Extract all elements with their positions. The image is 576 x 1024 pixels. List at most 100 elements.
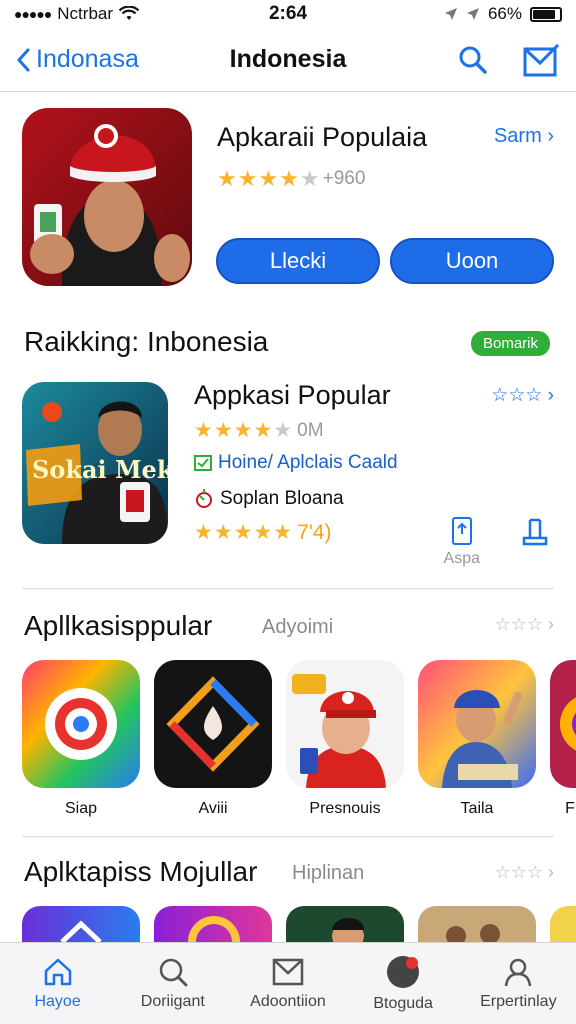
app-icon [418, 906, 536, 942]
chevron-right-icon: › [548, 862, 554, 882]
checkbox-icon [194, 455, 212, 471]
download-button[interactable] [522, 516, 548, 546]
app-icon [22, 660, 140, 788]
ranking-app-title[interactable]: Appkasi Popular [194, 380, 391, 411]
popular-see-all[interactable]: ☆☆☆ › [495, 614, 554, 635]
featured-app-card: Apkaraii Populaia Sarm › ★★★★★ +960 Llec… [0, 92, 576, 312]
app-name: F [565, 800, 575, 817]
app-icon [22, 906, 140, 942]
back-button[interactable]: Indonasa [16, 45, 139, 74]
app-tile[interactable] [286, 906, 404, 942]
rating-count: 7'4) [297, 520, 332, 544]
ranking-badge[interactable]: Bomarik [470, 331, 550, 356]
app-name: Taila [460, 800, 494, 817]
app-icon [154, 906, 272, 942]
featured-rating: ★★★★★ +960 [217, 166, 365, 192]
star-rating-icon: ★★★★★ [217, 166, 321, 192]
modular-heading: Aplktapiss Mojullar [24, 856, 258, 887]
developer-label: Soplan Bloana [220, 488, 344, 509]
search-icon [159, 958, 188, 986]
modular-see-all[interactable]: ☆☆☆ › [495, 862, 554, 883]
outline-stars-icon: ☆☆☆ [494, 614, 543, 634]
share-label: Aspa [443, 550, 480, 567]
app-icon [286, 906, 404, 942]
star-rating-icon: ★★★★★ [194, 521, 294, 544]
tab-label: Adoontiion [250, 992, 326, 1010]
divider [22, 588, 554, 589]
app-icon [154, 660, 272, 788]
modular-subheading: Hiplinan [292, 862, 365, 884]
app-tile[interactable]: Taila [418, 660, 536, 818]
ranking-app-icon[interactable]: Sokai Mekun [22, 382, 168, 544]
stars-filled: ★★★★ [194, 419, 274, 442]
app-tile[interactable]: F [550, 660, 576, 818]
nav-bar: Indonasa Indonesia [0, 28, 576, 92]
app-icon [550, 906, 576, 942]
divider [22, 836, 554, 837]
tab-label: Erpertinlay [480, 992, 557, 1010]
app-tile[interactable] [154, 906, 272, 942]
ranking-app-rating-secondary: ★★★★★ 7'4) [194, 520, 332, 545]
developer-icon [196, 489, 212, 508]
tab-home[interactable]: Hayoe [3, 957, 113, 1011]
featured-app-title[interactable]: Apkaraii Populaia [217, 122, 427, 153]
app-tile[interactable] [22, 906, 140, 942]
stars-empty: ★ [273, 419, 294, 442]
app-icon [550, 660, 576, 788]
status-time: 2:64 [268, 3, 308, 24]
featured-see-all-link[interactable]: Sarm › [494, 125, 554, 148]
app-name: Siap [64, 800, 98, 817]
featured-app-icon[interactable] [22, 108, 192, 286]
star-rating-icon: ★★★★★ [194, 418, 293, 443]
ranking-app-category[interactable]: Hoine/ Aplclais Caald [194, 452, 398, 474]
app-tile[interactable]: Presnouis [286, 660, 404, 818]
tab-profile[interactable]: Erpertinlay [463, 957, 573, 1011]
stars-filled: ★★★★ [217, 166, 300, 191]
tab-label: Btoguda [373, 994, 433, 1012]
popular-app-strip: Siap Aviii Presnouis Taila F [22, 660, 576, 818]
app-name: Aviii [198, 800, 228, 817]
tab-bar: Hayoe Doriigant Adoontiion Btoguda Erper… [0, 942, 576, 1024]
popular-heading: Apllkasisppular [24, 610, 213, 641]
primary-action-button[interactable]: Llecki [216, 238, 380, 284]
tab-mail[interactable]: Adoontiion [233, 957, 343, 1011]
chevron-left-icon [16, 48, 30, 71]
app-tile[interactable]: Siap [22, 660, 140, 818]
app-name: Presnouis [309, 800, 381, 817]
mail-icon [272, 958, 304, 985]
ranking-rate-link[interactable]: ☆☆☆ › [491, 384, 554, 407]
modular-app-strip [22, 906, 576, 942]
tab-label: Doriigant [140, 992, 205, 1010]
ranking-icon-text: Sokai Mekun [32, 455, 168, 484]
popular-subheading: Adyoimi [262, 616, 334, 638]
rating-count: 0M [297, 419, 324, 441]
back-label: Indonasa [36, 45, 139, 73]
app-tile[interactable]: Aviii [154, 660, 272, 818]
chevron-right-icon: › [548, 614, 554, 634]
status-bar: ●●●●● Nctrbar 2:64 66% [0, 0, 576, 28]
ranking-heading: Raikking: Inbonesia [24, 326, 269, 357]
outline-stars-icon: ☆☆☆ [494, 862, 543, 882]
app-tile[interactable] [418, 906, 536, 942]
share-icon [451, 517, 472, 545]
ranking-app-developer[interactable]: Soplan Bloana [194, 488, 344, 510]
avatar-icon [387, 955, 420, 988]
home-icon [44, 958, 71, 985]
nav-actions [458, 43, 560, 77]
compose-icon[interactable] [522, 43, 560, 77]
profile-icon [505, 958, 532, 986]
chevron-right-icon: › [547, 385, 554, 406]
ranking-app-row[interactable]: Sokai Mekun Appkasi Popular ☆☆☆ › ★★★★★ … [0, 380, 576, 580]
category-label: Hoine/ Aplclais Caald [218, 452, 398, 473]
search-icon[interactable] [458, 45, 488, 75]
app-tile[interactable] [550, 906, 576, 942]
outline-stars-icon: ☆☆☆ [491, 385, 543, 406]
tab-search[interactable]: Doriigant [118, 957, 228, 1011]
app-icon [418, 660, 536, 788]
ranking-app-actions: Aspa [444, 516, 548, 568]
ranking-app-rating: ★★★★★ 0M [194, 418, 324, 443]
share-button[interactable]: Aspa [444, 516, 480, 568]
battery-icon [530, 6, 562, 22]
secondary-action-button[interactable]: Uoon [390, 238, 554, 284]
tab-account[interactable]: Btoguda [348, 955, 458, 1013]
